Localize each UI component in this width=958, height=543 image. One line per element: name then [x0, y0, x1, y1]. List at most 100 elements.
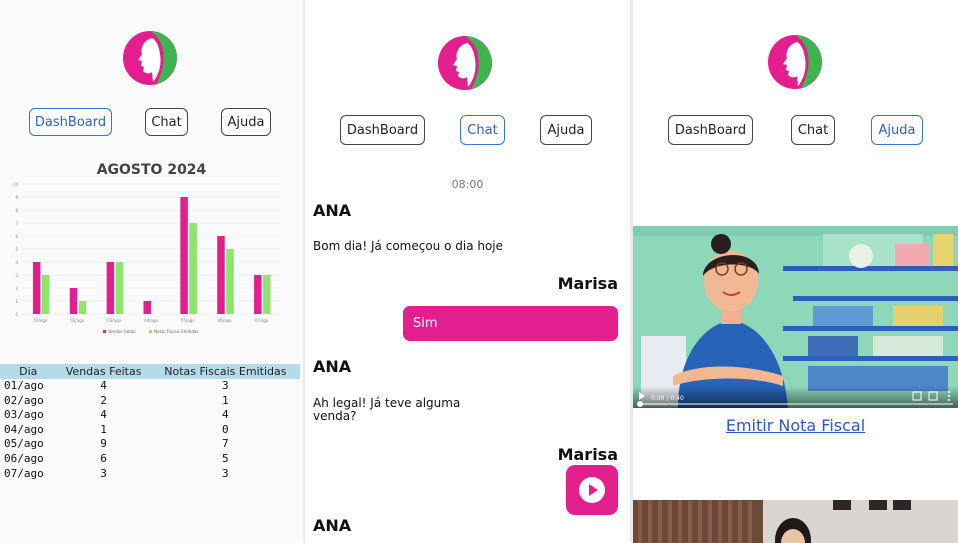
nav-chat-button[interactable]: Chat: [460, 115, 505, 145]
nav-ajuda-button[interactable]: Ajuda: [540, 115, 592, 145]
chart-bar: [180, 197, 188, 314]
table-cell: 4: [100, 408, 107, 422]
table-cell: 06/ago: [4, 451, 44, 465]
table-cell: 5: [222, 451, 229, 465]
fullscreen-icon: [912, 391, 922, 401]
chart-legend-label: Notas Fiscais Emitidas: [154, 329, 198, 334]
brand-logo-icon: [438, 36, 492, 90]
table-cell: 6: [100, 451, 107, 465]
pip-icon: [928, 391, 938, 401]
nav-ajuda-button[interactable]: Ajuda: [871, 115, 923, 145]
help-panel: DashBoard Chat Ajuda 0:00 / 0:40 Emitir …: [633, 0, 958, 543]
tutorial-video-player[interactable]: 0:00 / 0:40: [633, 226, 958, 408]
nav-chat-button[interactable]: Chat: [145, 108, 188, 136]
chart-y-tick-label: 4: [15, 260, 18, 265]
chat-sender-name: ANA: [313, 357, 352, 376]
chart-y-tick-label: 10: [13, 182, 19, 187]
second-video-player[interactable]: [633, 500, 958, 543]
chart-legend-swatch: [103, 330, 106, 333]
chart-bar: [78, 301, 87, 314]
chat-sender-name: ANA: [313, 516, 352, 535]
table-cell: 02/ago: [4, 393, 44, 407]
table-cell: 4: [100, 379, 107, 392]
nav-dashboard-button[interactable]: DashBoard: [29, 108, 112, 136]
chart-x-tick-label: 03/ago: [107, 318, 121, 323]
chart-bar: [189, 223, 197, 314]
video-thumbnail: [633, 500, 958, 543]
chart-y-tick-label: 0: [15, 312, 18, 317]
chart-bar: [32, 262, 41, 314]
table-cell: 04/ago: [4, 422, 44, 436]
chart-x-tick-label: 04/ago: [144, 318, 158, 323]
chart-y-tick-label: 2: [15, 286, 18, 291]
table-cell: 3: [222, 466, 229, 480]
play-icon: [579, 477, 605, 503]
video-controls: 0:00 / 0:40: [637, 391, 953, 407]
table-row: 07/ago 3 3: [0, 467, 300, 482]
chart-x-tick-label: 06/ago: [218, 318, 232, 323]
chart-x-tick-label: 02/ago: [70, 318, 84, 323]
chart-bar: [143, 301, 151, 314]
brand-logo-icon: [123, 31, 177, 85]
chart-title: AGOSTO 2024: [96, 162, 207, 178]
chat-message-bubble: Sim: [403, 306, 618, 341]
table-row: 05/ago 9 7: [0, 437, 300, 452]
nav-chat-button[interactable]: Chat: [791, 115, 835, 145]
table-cell: 9: [100, 437, 107, 451]
chart-bar: [263, 275, 271, 314]
table-cell: 03/ago: [4, 408, 44, 422]
table-cell: 0: [222, 422, 229, 436]
sales-bar-chart: 0 1 2 3 4 5 6 7 8 9 10 01/ago 02/ago 03/ago 04/ago 05/a…: [13, 182, 280, 334]
chat-sender-name: Marisa: [557, 274, 618, 293]
nav-dashboard-button[interactable]: DashBoard: [668, 115, 753, 145]
dashboard-panel: DashBoard Chat Ajuda AGOSTO 2024 0 1 2 3 4 5 6…: [0, 0, 303, 543]
chart-bar: [69, 288, 78, 314]
table-header-cell: Dia: [0, 364, 57, 379]
table-cell: 7: [222, 437, 229, 451]
table-cell: 07/ago: [4, 466, 44, 480]
chart-bar: [254, 275, 262, 314]
table-cell: 4: [222, 408, 229, 422]
chart-legend-swatch: [149, 330, 152, 333]
chart-y-tick-label: 8: [15, 208, 18, 213]
chart-y-tick-label: 1: [15, 299, 18, 304]
play-icon: [639, 392, 645, 400]
audio-play-button[interactable]: [566, 465, 618, 515]
chart-y-tick-label: 5: [15, 247, 18, 252]
chart-x-tick-label: 07/ago: [255, 318, 269, 323]
chart-y-tick-label: 6: [15, 234, 18, 239]
chart-x-tick-label: 01/ago: [33, 318, 47, 323]
chat-panel: DashBoard Chat Ajuda 08:00 ANA Bom dia! …: [305, 0, 630, 543]
emitir-nota-fiscal-link[interactable]: Emitir Nota Fiscal: [633, 416, 958, 435]
nav-ajuda-button[interactable]: Ajuda: [221, 108, 271, 136]
video-time: 0:00 / 0:40: [651, 395, 684, 402]
nav-dashboard-button[interactable]: DashBoard: [340, 115, 425, 145]
chart-y-tick-label: 3: [15, 273, 18, 278]
table-cell: 01/ago: [4, 379, 44, 392]
chat-sender-name: Marisa: [557, 445, 618, 464]
table-cell: 3: [100, 466, 107, 480]
chart-bar: [41, 275, 50, 314]
table-cell: 3: [222, 379, 229, 392]
chart-bar: [115, 262, 124, 314]
chat-message-text: Bom dia! Já começou o dia hoje: [313, 239, 504, 253]
chart-bar: [226, 249, 234, 314]
chat-sender-name: ANA: [313, 201, 352, 220]
table-row: 04/ago 1 0: [0, 423, 300, 438]
chart-bar: [106, 262, 115, 314]
table-cell: 05/ago: [4, 437, 44, 451]
table-cell: 1: [100, 422, 107, 436]
table-row: 06/ago 6 5: [0, 452, 300, 467]
table-row: 02/ago 2 1: [0, 394, 300, 409]
chart-x-tick-label: 05/ago: [181, 318, 195, 323]
chat-message-text: Ah legal! Já teve alguma venda?: [313, 396, 461, 423]
table-cell: 2: [100, 393, 107, 407]
table-header-cell: Vendas Feitas: [56, 364, 151, 379]
table-cell: 1: [222, 393, 229, 407]
table-header-row: Dia Vendas Feitas Notas Fiscais Emitidas: [0, 364, 300, 379]
table-row: 03/ago 4 4: [0, 408, 300, 423]
chat-timestamp: 08:00: [451, 178, 484, 191]
sales-table: Dia Vendas Feitas Notas Fiscais Emitidas…: [0, 364, 300, 481]
chart-bar: [217, 236, 225, 314]
chart-y-tick-label: 9: [15, 195, 18, 200]
